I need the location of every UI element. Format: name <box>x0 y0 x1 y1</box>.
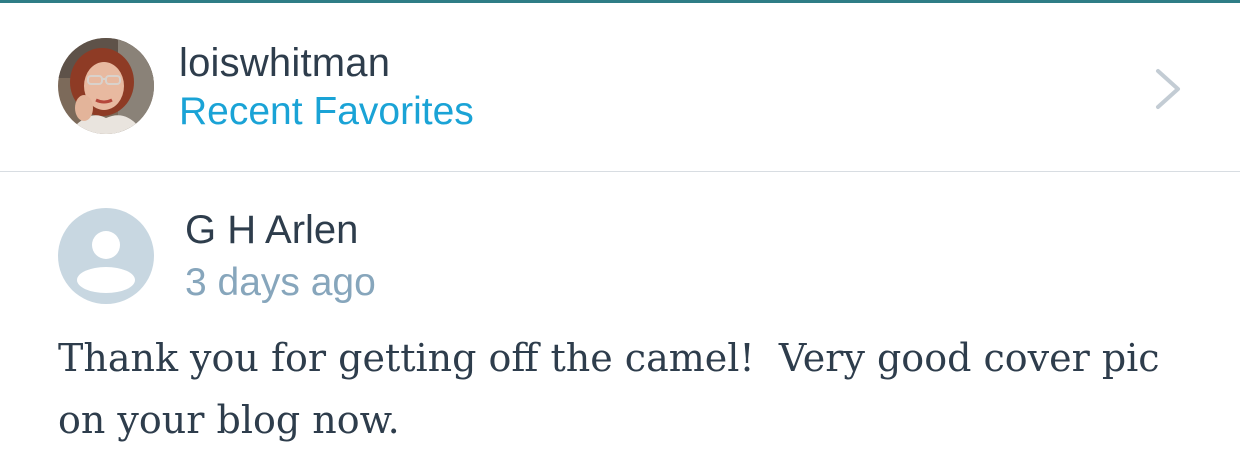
username: loiswhitman <box>179 41 391 85</box>
user-avatar[interactable] <box>58 38 154 134</box>
chevron-right-icon[interactable] <box>1152 67 1182 111</box>
comment-timestamp[interactable]: 3 days ago <box>185 261 376 305</box>
comment-item: G H Arlen 3 days ago Thank you for getti… <box>0 172 1240 461</box>
comment-text: Thank you for getting off the camel! Ver… <box>58 336 1172 442</box>
favorites-header[interactable]: loiswhitman Recent Favorites <box>0 3 1240 172</box>
default-user-avatar-icon[interactable] <box>58 208 154 304</box>
recent-favorites-link[interactable]: Recent Favorites <box>179 90 474 134</box>
comment-author[interactable]: G H Arlen <box>185 208 358 253</box>
